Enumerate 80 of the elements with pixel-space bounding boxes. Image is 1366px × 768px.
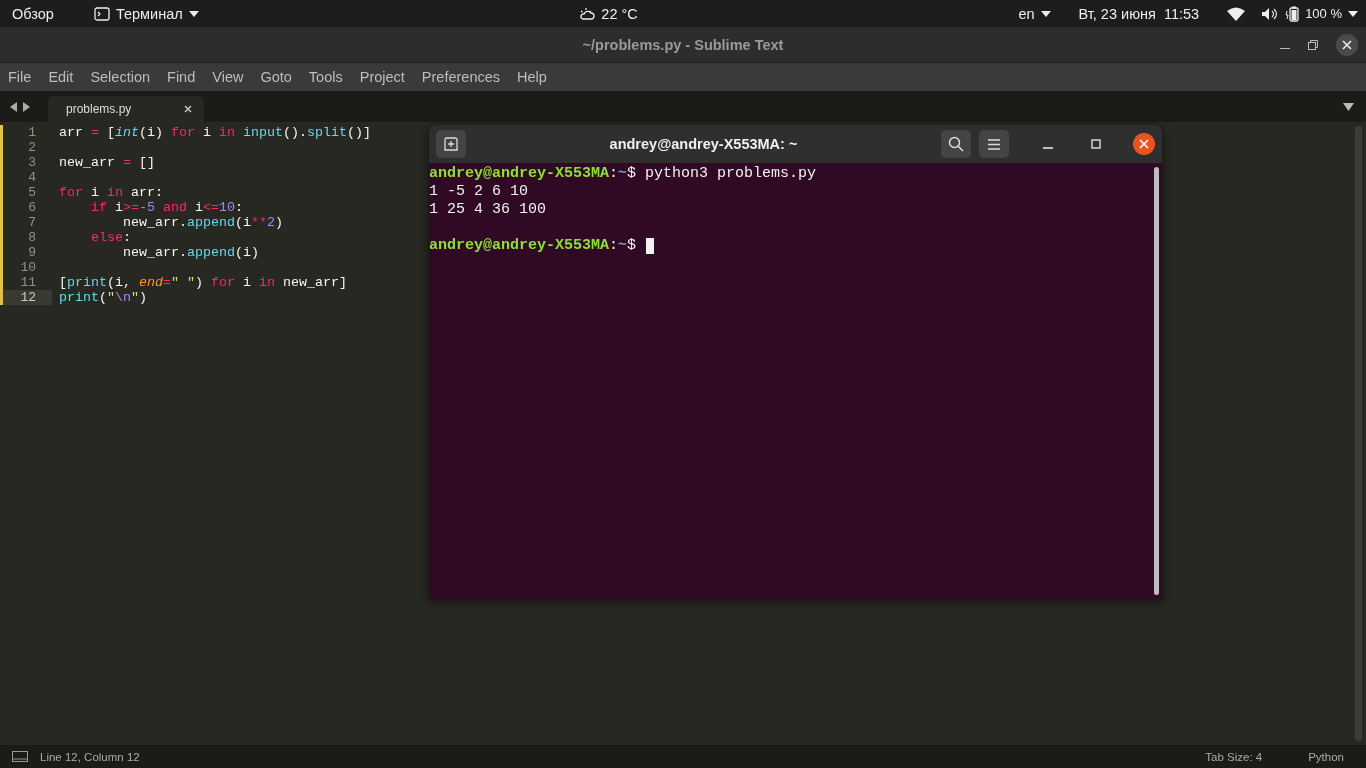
app-menu[interactable]: Терминал [93,5,199,22]
line-number: 2 [27,140,37,155]
restore-button[interactable] [1308,39,1318,50]
window-title: andrey@andrey-X553MA: ~ [608,136,799,152]
menu-item[interactable]: Edit [48,69,81,85]
menu-item[interactable]: Goto [260,69,299,85]
code-line: new_arr.append(i) [123,245,259,260]
menu-item[interactable]: Preferences [421,69,508,85]
code-line: new_arr.append(i**2) [123,215,283,230]
new-tab-button[interactable] [436,130,466,158]
next-tab-button[interactable] [23,101,30,112]
line-number: 1 [27,125,37,140]
close-icon [184,105,192,113]
caret-icon [1343,103,1354,111]
line-number: 12 [0,290,52,305]
line-number: 11 [19,275,37,290]
right-arrow-icon [23,101,30,112]
line-number: 8 [27,230,37,245]
menu-item[interactable]: Project [359,69,412,85]
close-icon [1139,139,1149,149]
new-tab-icon [444,137,458,151]
code-line: for i in arr: [59,185,163,200]
weather-indicator[interactable]: 22 °C [579,5,638,22]
search-button[interactable] [941,130,971,158]
menu-item[interactable]: Find [167,69,203,85]
menu-icon [988,138,1000,150]
line-number: 3 [27,155,37,170]
syntax-name[interactable]: Python [1308,750,1344,763]
close-button[interactable] [1133,133,1155,155]
cloud-sun-icon [579,6,596,21]
terminal-line: 1 -5 2 6 10 [429,183,529,201]
menu-item[interactable]: Selection [90,69,158,85]
file-tab[interactable]: problems.py [48,96,204,122]
terminal-line: andrey@andrey-X553MA:~$ [429,237,638,255]
line-number: 6 [27,200,37,215]
menu-item[interactable]: Help [517,69,554,85]
line-number: 4 [27,170,37,185]
battery-icon [1285,5,1300,22]
activities-button[interactable]: Обзор [12,5,54,22]
terminal-line: andrey@andrey-X553MA:~$ python3 problems.py [429,165,817,183]
window-title: ~/problems.py - Sublime Text [582,36,784,53]
line-number: 5 [27,185,37,200]
battery-level: 100 % [1305,6,1342,21]
menu-button[interactable] [979,130,1009,158]
code-line: [print(i, end=" ") for i in new_arr] [59,275,347,290]
wifi-icon [1227,6,1246,21]
menu-item[interactable]: Tools [308,69,350,85]
maximize-icon [1091,139,1101,149]
system-menu[interactable]: 100 % [1227,5,1358,22]
previous-tab-button[interactable] [10,101,17,112]
search-icon [948,136,964,152]
cursor-position: Line 12, Column 12 [40,750,140,763]
line-number: 7 [27,215,37,230]
panel-icon [12,751,28,762]
tab-size[interactable]: Tab Size: 4 [1205,750,1263,763]
code-line: new_arr = [] [59,155,155,170]
line-number: 10 [19,260,37,275]
menu-item[interactable]: File [8,69,39,85]
code-line: else: [91,230,131,245]
code-line: if i>=-5 and i<=10: [91,200,243,215]
menu-item[interactable]: View [212,69,251,85]
scrollbar[interactable] [1154,167,1159,595]
line-number: 9 [27,245,37,260]
tab-list-button[interactable] [1343,103,1354,111]
keyboard-layout-menu[interactable]: en [1018,5,1051,22]
close-icon [1342,39,1352,50]
caret-icon [188,10,199,17]
caret-icon [1040,10,1051,17]
restore-icon [1308,39,1318,50]
speaker-icon [1261,6,1280,21]
caret-icon [1348,10,1358,17]
code-line: print("\n") [59,290,147,305]
terminal-icon [93,6,110,21]
terminal-line: 1 25 4 36 100 [429,201,547,219]
date-time[interactable]: Вт, 23 июня 11:53 [1078,5,1200,22]
minimize-icon [1043,147,1053,149]
close-button[interactable] [1336,33,1358,56]
code-line: arr = [int(i) for i in input().split()] [59,125,371,140]
minimize-icon [1280,48,1290,49]
left-arrow-icon [10,101,17,112]
